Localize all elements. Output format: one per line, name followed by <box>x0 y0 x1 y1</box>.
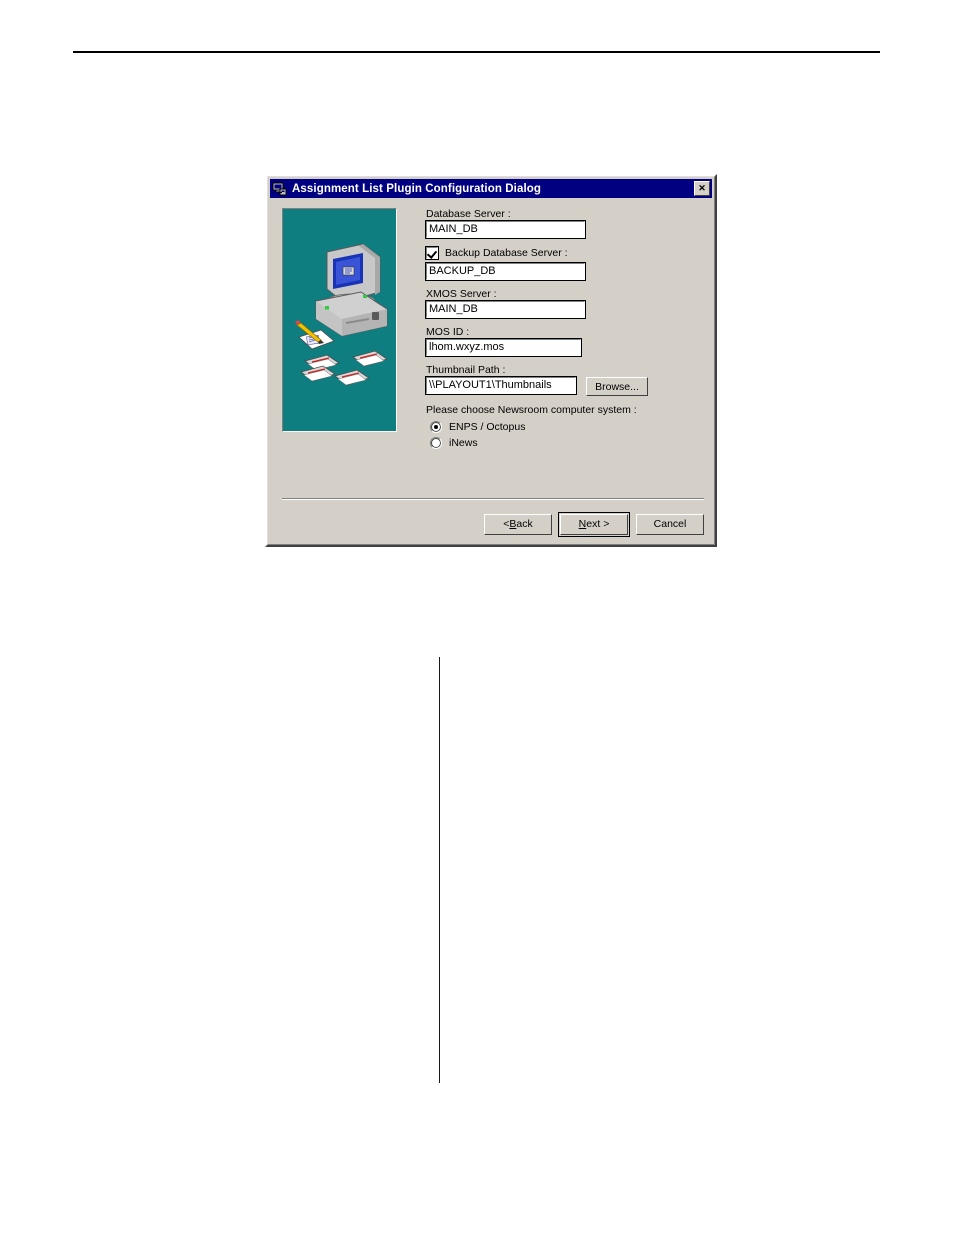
table-cell-left <box>265 801 440 832</box>
radio-enps-octopus-label: ENPS / Octopus <box>449 420 526 433</box>
newsroom-system-group-label: Please choose Newsroom computer system : <box>426 404 637 416</box>
backup-database-server-input[interactable]: BACKUP_DB <box>425 262 586 281</box>
page-header-rule <box>73 51 880 53</box>
back-button-suffix: ack <box>516 518 533 530</box>
next-button[interactable]: Next > <box>558 511 630 537</box>
document-table <box>265 657 805 1083</box>
thumbnail-path-label: Thumbnail Path : <box>426 364 506 376</box>
xmos-server-label: XMOS Server : <box>426 288 497 300</box>
back-button-accel: B <box>509 518 517 530</box>
assignment-list-plugin-configuration-dialog: Assignment List Plugin Configuration Dia… <box>265 174 717 547</box>
table-cell-right <box>439 686 805 732</box>
table-row <box>265 686 805 732</box>
thumbnail-path-row: \\PLAYOUT1\Thumbnails Browse... <box>425 376 702 396</box>
thumbnail-path-input[interactable]: \\PLAYOUT1\Thumbnails <box>425 376 577 395</box>
backup-database-server-checkbox-row[interactable]: Backup Database Server : <box>425 246 702 260</box>
plugin-window-icon <box>272 181 288 197</box>
radio-option-inews[interactable]: iNews <box>430 435 702 451</box>
table-cell-right <box>439 801 805 832</box>
table-cell-left <box>265 686 440 732</box>
browse-button[interactable]: Browse... <box>586 377 648 396</box>
table-cell-left <box>265 1042 440 1083</box>
table-header-row <box>265 657 805 686</box>
database-server-input[interactable]: MAIN_DB <box>425 220 586 239</box>
dialog-footer-separator <box>282 498 704 500</box>
dialog-form-area: Database Server : MAIN_DB Backup Databas… <box>425 208 702 451</box>
table-cell-right <box>439 903 805 1042</box>
table-cell-right <box>439 732 805 801</box>
table-cell-left <box>265 732 440 801</box>
table-cell-right <box>439 1042 805 1083</box>
table-header-cell-right <box>439 657 805 686</box>
radio-enps-octopus-icon[interactable] <box>430 421 442 433</box>
cancel-button[interactable]: Cancel <box>636 513 704 535</box>
dialog-footer-buttons: < Back Next > Cancel <box>282 511 704 537</box>
table-cell-left <box>265 903 440 1042</box>
dialog-title: Assignment List Plugin Configuration Dia… <box>292 182 541 195</box>
document-table-body <box>265 657 805 1083</box>
next-button-accel: N <box>578 518 587 530</box>
table-cell-right <box>439 832 805 903</box>
mos-id-label: MOS ID : <box>426 326 470 338</box>
xmos-server-input[interactable]: MAIN_DB <box>425 300 586 319</box>
mos-id-input[interactable]: lhom.wxyz.mos <box>425 338 582 357</box>
table-header-cell-left <box>265 657 440 686</box>
radio-inews-label: iNews <box>449 436 478 449</box>
radio-option-enps-octopus[interactable]: ENPS / Octopus <box>430 419 702 435</box>
next-button-suffix: ext > <box>586 518 610 530</box>
radio-inews-icon[interactable] <box>430 437 442 449</box>
backup-database-server-label: Backup Database Server : <box>445 246 568 259</box>
table-row <box>265 801 805 832</box>
database-server-label: Database Server : <box>426 208 511 220</box>
table-row <box>265 1042 805 1083</box>
table-cell-left <box>265 832 440 903</box>
computer-and-documents-illustration <box>282 208 397 432</box>
table-row <box>265 732 805 801</box>
table-row <box>265 832 805 903</box>
table-row <box>265 903 805 1042</box>
back-button[interactable]: < Back <box>484 513 552 535</box>
backup-database-server-checkbox[interactable] <box>425 246 439 260</box>
close-icon[interactable]: ✕ <box>694 181 710 196</box>
dialog-titlebar[interactable]: Assignment List Plugin Configuration Dia… <box>270 179 712 198</box>
